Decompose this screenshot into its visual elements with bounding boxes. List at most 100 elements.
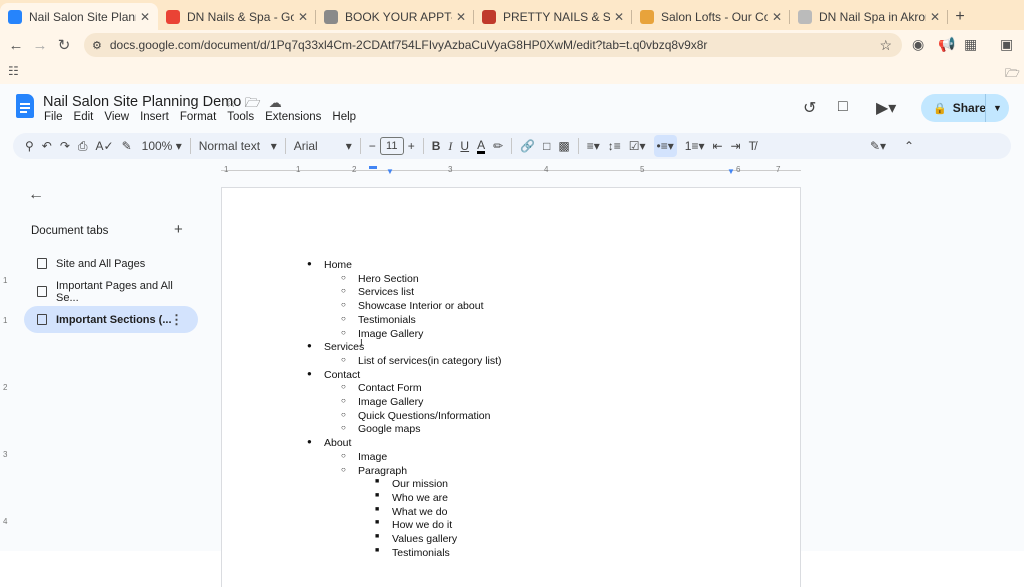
undo-icon[interactable]: ↶ xyxy=(42,135,52,157)
list-item[interactable]: Image Gallery xyxy=(358,327,423,341)
first-line-indent-marker[interactable] xyxy=(369,166,377,169)
version-history-icon[interactable]: ↺ xyxy=(803,98,816,118)
browser-tab[interactable]: Nail Salon Site Planning Demo ✕ xyxy=(0,3,158,30)
list-item[interactable]: Our mission xyxy=(392,477,448,491)
url-text[interactable]: docs.google.com/document/d/1Pq7q33xl4Cm-… xyxy=(110,38,708,52)
sidebar-tab-item[interactable]: Important Pages and All Se... xyxy=(24,278,198,305)
list-item[interactable]: Google maps xyxy=(358,422,420,436)
menu-help[interactable]: Help xyxy=(332,111,356,123)
browser-tab[interactable]: DN Nail Spa in Akron, OH ✕ xyxy=(790,3,948,30)
list-item[interactable]: Hero Section xyxy=(358,272,419,286)
text-color-icon[interactable]: A xyxy=(477,138,486,154)
paint-format-icon[interactable]: ✎ xyxy=(122,135,132,157)
document-title[interactable]: Nail Salon Site Planning Demo xyxy=(43,94,241,110)
list-item[interactable]: Contact xyxy=(324,368,360,382)
folder-icon[interactable]: 🗁 xyxy=(1005,64,1020,85)
menu-tools[interactable]: Tools xyxy=(227,111,254,123)
increase-font-size-icon[interactable]: + xyxy=(408,135,415,157)
close-tab-icon[interactable]: ✕ xyxy=(614,10,624,24)
bulleted-list-icon[interactable]: •≡▾ xyxy=(653,135,677,157)
clear-formatting-icon[interactable]: T̸ xyxy=(749,135,756,157)
zoom-select[interactable]: 100% ▾ xyxy=(142,135,182,157)
cloud-saved-icon[interactable]: ☁ xyxy=(269,95,290,110)
insert-link-icon[interactable]: 🔗 xyxy=(520,135,535,157)
menu-format[interactable]: Format xyxy=(180,111,216,123)
reload-icon[interactable]: ↻ xyxy=(52,36,76,54)
share-dropdown-icon[interactable]: ▼ xyxy=(985,94,1009,122)
list-item[interactable]: Showcase Interior or about xyxy=(358,299,484,313)
checklist-icon[interactable]: ☑▾ xyxy=(629,135,646,157)
list-item[interactable]: Who we are xyxy=(392,491,448,505)
close-tab-icon[interactable]: ✕ xyxy=(456,10,466,24)
right-indent-marker[interactable]: ▼ xyxy=(727,167,735,176)
decrease-indent-icon[interactable]: ⇤ xyxy=(712,135,722,157)
collapse-menus-icon[interactable]: ⌃ xyxy=(904,135,914,157)
list-item[interactable]: What we do xyxy=(392,505,447,519)
close-tab-icon[interactable]: ✕ xyxy=(930,10,940,24)
list-item[interactable]: List of services(in category list) xyxy=(358,354,502,368)
extensions-icon[interactable]: ▦ xyxy=(964,36,977,53)
list-item[interactable]: Services list xyxy=(358,285,414,299)
side-panel-icon[interactable]: ▣ xyxy=(1000,36,1013,53)
url-bar[interactable]: ⚙ docs.google.com/document/d/1Pq7q33xl4C… xyxy=(84,33,902,57)
list-item[interactable]: How we do it xyxy=(392,518,452,532)
print-icon[interactable]: ⎙ xyxy=(78,135,88,157)
bold-icon[interactable]: B xyxy=(432,135,441,157)
highlight-color-icon[interactable]: ✏ xyxy=(493,135,503,157)
font-select[interactable]: Arial ▾ xyxy=(294,135,352,157)
sidebar-tab-item[interactable]: Site and All Pages xyxy=(24,250,198,277)
decrease-font-size-icon[interactable]: − xyxy=(369,135,376,157)
menu-edit[interactable]: Edit xyxy=(74,111,94,123)
browser-tab[interactable]: Salon Lofts - Our Company ✕ xyxy=(632,3,790,30)
menu-view[interactable]: View xyxy=(104,111,129,123)
spellcheck-icon[interactable]: A✓ xyxy=(96,135,114,157)
back-icon[interactable]: ← xyxy=(4,37,28,54)
left-indent-marker[interactable]: ▼ xyxy=(386,167,394,176)
bookmark-star-icon[interactable]: ☆ xyxy=(879,37,892,54)
redo-icon[interactable]: ↷ xyxy=(60,135,70,157)
list-item[interactable]: Contact Form xyxy=(358,381,422,395)
browser-tab[interactable]: DN Nails & Spa - Google Maps ✕ xyxy=(158,3,316,30)
menu-insert[interactable]: Insert xyxy=(140,111,169,123)
list-item[interactable]: Quick Questions/Information xyxy=(358,409,490,423)
browser-tab[interactable]: PRETTY NAILS & SPA - About ✕ xyxy=(474,3,632,30)
forward-icon[interactable]: → xyxy=(28,37,52,54)
numbered-list-icon[interactable]: 1≡▾ xyxy=(685,135,705,157)
add-comment-icon[interactable]: □ xyxy=(543,135,550,157)
list-item[interactable]: About xyxy=(324,436,351,450)
apps-grid-icon[interactable]: ☷ xyxy=(8,64,19,78)
add-tab-icon[interactable]: + xyxy=(174,221,183,238)
more-options-icon[interactable]: ⋮ xyxy=(170,312,183,328)
list-item[interactable]: Services xyxy=(324,340,364,354)
list-item[interactable]: Testimonials xyxy=(392,546,450,560)
docs-logo-icon[interactable] xyxy=(16,94,34,118)
google-lens-icon[interactable]: ◉ xyxy=(912,36,924,53)
list-item[interactable]: Values gallery xyxy=(392,532,457,546)
move-folder-icon[interactable]: 🗁 xyxy=(245,95,269,110)
align-icon[interactable]: ≡▾ xyxy=(587,135,600,157)
close-tab-icon[interactable]: ✕ xyxy=(140,10,150,24)
browser-tab[interactable]: BOOK YOUR APPT-Wichita ✕ xyxy=(316,3,474,30)
sidebar-tab-item[interactable]: Important Sections (... ⋮ xyxy=(24,306,198,333)
italic-icon[interactable]: I xyxy=(448,135,452,157)
share-button[interactable]: 🔒 Share ▼ xyxy=(921,94,1009,122)
document-page[interactable]: ● Home ○ Hero Section ○ Services list ○ Showcas… xyxy=(221,187,801,587)
search-menus-icon[interactable]: ⚲ xyxy=(25,135,34,157)
list-item[interactable]: Image Gallery xyxy=(358,395,423,409)
menu-extensions[interactable]: Extensions xyxy=(265,111,321,123)
increase-indent-icon[interactable]: ⇥ xyxy=(731,135,741,157)
close-tab-icon[interactable]: ✕ xyxy=(298,10,308,24)
new-tab-button[interactable]: + xyxy=(948,3,972,30)
list-item[interactable]: Paragraph xyxy=(358,464,407,478)
site-settings-icon[interactable]: ⚙ xyxy=(92,39,102,52)
editing-mode-icon[interactable]: ✎▾ xyxy=(870,135,886,157)
back-arrow-icon[interactable]: ← xyxy=(28,186,44,204)
close-tab-icon[interactable]: ✕ xyxy=(772,10,782,24)
star-icon[interactable]: ☆ xyxy=(225,95,245,110)
paragraph-style-select[interactable]: Normal text ▾ xyxy=(199,135,277,157)
meet-video-icon[interactable]: ▶▾ xyxy=(876,98,896,118)
font-size-input[interactable]: 11 xyxy=(379,137,404,155)
list-item[interactable]: Home xyxy=(324,258,352,272)
underline-icon[interactable]: U xyxy=(460,135,469,157)
list-item[interactable]: Image xyxy=(358,450,387,464)
